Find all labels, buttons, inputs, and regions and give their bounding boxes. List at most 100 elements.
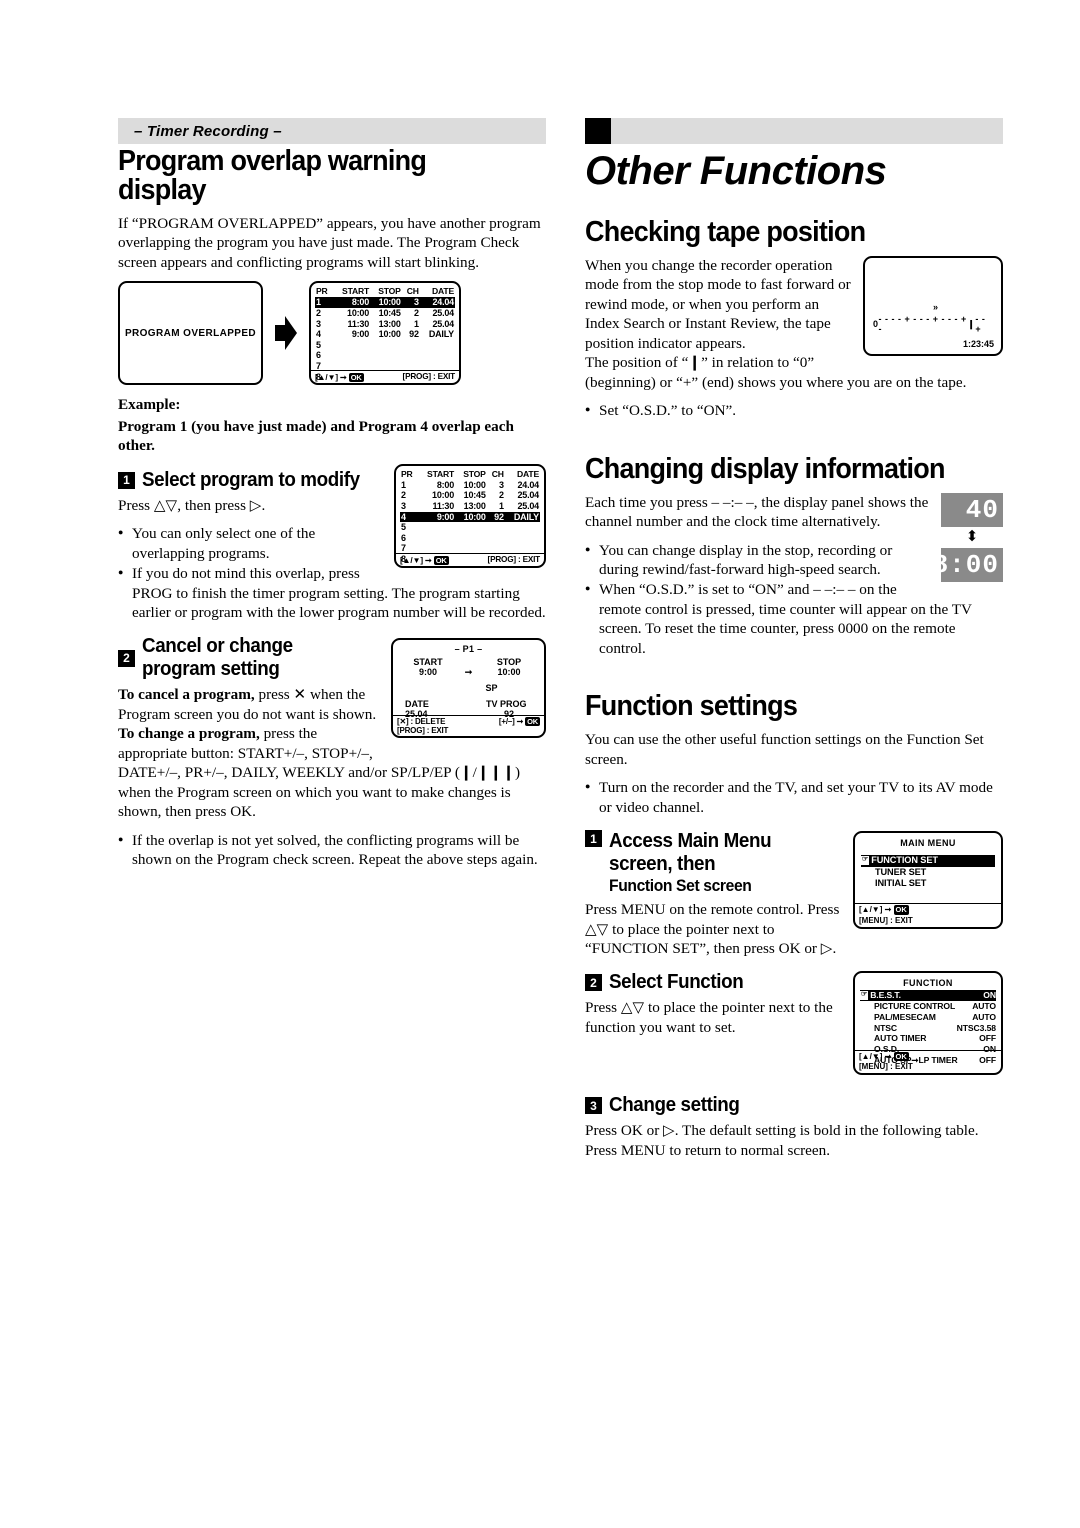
function-item-label: PAL/MESECAM <box>874 1011 936 1022</box>
list-item: When “O.S.D.” is set to “ON” and – –:– –… <box>585 580 1003 658</box>
step-title: Select program to modify <box>142 468 360 491</box>
p1-start-value: 9:00 <box>418 667 437 678</box>
list-item: You can only select one of the overlappi… <box>118 524 546 563</box>
left-column: – Timer Recording – Program overlap warn… <box>118 118 546 878</box>
menu-item-initial-set[interactable]: INITIAL SET <box>861 878 995 890</box>
chapter-banner <box>585 118 1003 144</box>
p1-arrow-glyph: ➞ <box>464 667 473 678</box>
function-item-label: PICTURE CONTROL <box>874 1001 956 1012</box>
cell-pr: 3 <box>401 500 406 511</box>
flow-arrow-icon <box>275 316 297 351</box>
footer-adjust-hint: [+/–] ➞ OK <box>498 717 540 727</box>
cell-ch: 1 <box>413 318 419 329</box>
function-item-pal-mesecam[interactable]: PAL/MESECAM AUTO <box>860 1012 996 1023</box>
step-title: Cancel or change program setting <box>142 635 293 681</box>
function-item-ntsc[interactable]: NTSC NTSC3.58 <box>860 1023 996 1034</box>
table-row: 1 8:00 10:00 3 24.04 <box>315 297 455 308</box>
p1-time-row: START STOP <box>405 657 532 667</box>
table-row: 3 11:30 13:00 1 25.04 <box>400 501 540 512</box>
main-menu-list: ☞ FUNCTION SET TUNER SET INITIAL SET <box>855 848 1001 890</box>
manual-page: – Timer Recording – Program overlap warn… <box>0 0 1080 1528</box>
ok-badge: OK <box>893 1051 909 1062</box>
col-header-ch: CH <box>406 286 419 297</box>
table-row: 4 9:00 10:00 92 DAILY <box>315 329 455 340</box>
screen-footer: [▲/▼] ➞ OK [MENU] : EXIT <box>855 1049 1001 1074</box>
footer-nav-hint: [▲/▼] ➞ OK <box>315 373 364 383</box>
menu-item-tuner-set[interactable]: TUNER SET <box>861 867 995 879</box>
table-row: 2 10:00 10:45 2 25.04 <box>315 308 455 319</box>
col-header-date: DATE <box>432 286 454 297</box>
step-number-badge: 1 <box>585 830 602 848</box>
cell-start: 8:00 <box>436 479 455 490</box>
step-number-badge: 2 <box>118 649 135 667</box>
table-header-row: PR START STOP CH DATE <box>400 469 540 480</box>
table-row: 2 10:00 10:45 2 25.04 <box>400 490 540 501</box>
section-title-function-settings: Function settings <box>585 690 798 723</box>
step-number-badge: 1 <box>118 471 135 489</box>
tape-position-bullets: Set “O.S.D.” to “ON”. <box>585 401 1003 420</box>
page-title-program-overlap: Program overlap warning display <box>118 145 427 206</box>
p1-title: – P1 – <box>454 644 483 655</box>
pointer-icon: ☞ <box>860 991 869 1001</box>
cell-pr: 6 <box>316 350 321 361</box>
cell-stop: 10:45 <box>463 490 486 501</box>
chapter-title: Other Functions <box>585 149 887 193</box>
step-1-heading: 1 Select program to modify <box>118 469 382 492</box>
col-header-date: DATE <box>517 468 539 479</box>
ok-badge: OK <box>348 373 364 383</box>
section-title-checking-tape-position: Checking tape position <box>585 216 866 248</box>
cell-pr: 1 <box>401 479 406 490</box>
list-item: You can change display in the stop, reco… <box>585 541 1003 580</box>
example-text: Program 1 (you have just made) and Progr… <box>118 417 514 455</box>
tape-scale: - - - - + - - - + - - - + - <box>878 314 967 334</box>
cell-date: 25.04 <box>517 500 539 511</box>
footer-exit-hint: [MENU] : EXIT <box>859 1062 913 1072</box>
col-header-start: START <box>342 286 370 297</box>
col-header-start: START <box>427 468 455 479</box>
function-item-best[interactable]: ☞ B.E.S.T. ON <box>860 990 996 1002</box>
step-title: Change setting <box>609 1094 740 1117</box>
function-item-label: ☞ B.E.S.T. <box>860 990 901 1001</box>
cell-start: 10:00 <box>432 490 455 501</box>
screen-footer: [✕] : DELETE [+/–] ➞ OK [PROG] : EXIT <box>393 715 544 736</box>
fn-step-2-heading: 2 Select Function <box>585 971 841 994</box>
col-header-stop: STOP <box>463 468 486 479</box>
step-number-badge: 2 <box>585 974 602 992</box>
cell-ch: 2 <box>498 490 504 501</box>
intro-paragraph: If “PROGRAM OVERLAPPED” appears, you hav… <box>118 215 541 271</box>
p1-stop-label: STOP <box>496 657 522 668</box>
change-program-bold: To change a program, <box>118 725 260 743</box>
cell-start: 11:30 <box>347 318 370 329</box>
cell-stop: 10:00 <box>455 511 487 523</box>
ok-badge: OK <box>525 717 540 727</box>
fn-step-3-text: Press OK or ▷. The default setting is bo… <box>585 1122 979 1159</box>
cell-start: 10:00 <box>347 307 370 318</box>
cell-date: DAILY <box>504 511 540 523</box>
function-item-value: OFF <box>979 1033 996 1044</box>
p1-date-label: DATE <box>405 699 429 710</box>
tape-cursor-icon: ❙ <box>967 318 976 329</box>
screen-function-menu: FUNCTION ☞ B.E.S.T. ON PICTURE CONTROL A… <box>853 971 1003 1076</box>
cell-pr: 2 <box>316 307 321 318</box>
function-item-label: NTSC <box>874 1022 897 1033</box>
cell-ch: 3 <box>498 479 504 490</box>
cell-ch: 92 <box>409 329 419 340</box>
cell-date: 25.04 <box>517 490 539 501</box>
table-row: 5 <box>315 340 455 351</box>
list-item: If you do not mind this overlap, press P… <box>118 564 546 622</box>
right-column: Other Functions Checking tape position »… <box>585 118 1003 1169</box>
step-number-badge: 3 <box>585 1097 602 1115</box>
menu-item-function-set[interactable]: ☞ FUNCTION SET <box>861 855 995 867</box>
footer-delete-hint: [✕] : DELETE <box>397 717 446 727</box>
program-overlapped-message: PROGRAM OVERLAPPED <box>124 327 257 339</box>
col-header-stop: STOP <box>378 286 401 297</box>
pointer-icon: ☞ <box>861 856 870 866</box>
table-row: 4 9:00 10:00 92 DAILY <box>400 511 540 523</box>
function-item-picture-control[interactable]: PICTURE CONTROL AUTO <box>860 1001 996 1012</box>
function-item-auto-timer[interactable]: AUTO TIMER OFF <box>860 1033 996 1044</box>
figure-overlap-flow: PROGRAM OVERLAPPED PR START STOP CH DATE… <box>118 281 546 386</box>
p1-speed-value: SP <box>485 683 498 694</box>
step-2-heading: 2 Cancel or change program setting <box>118 635 379 681</box>
cell-stop: 13:00 <box>378 318 401 329</box>
table-row: 3 11:30 13:00 1 25.04 <box>315 319 455 330</box>
